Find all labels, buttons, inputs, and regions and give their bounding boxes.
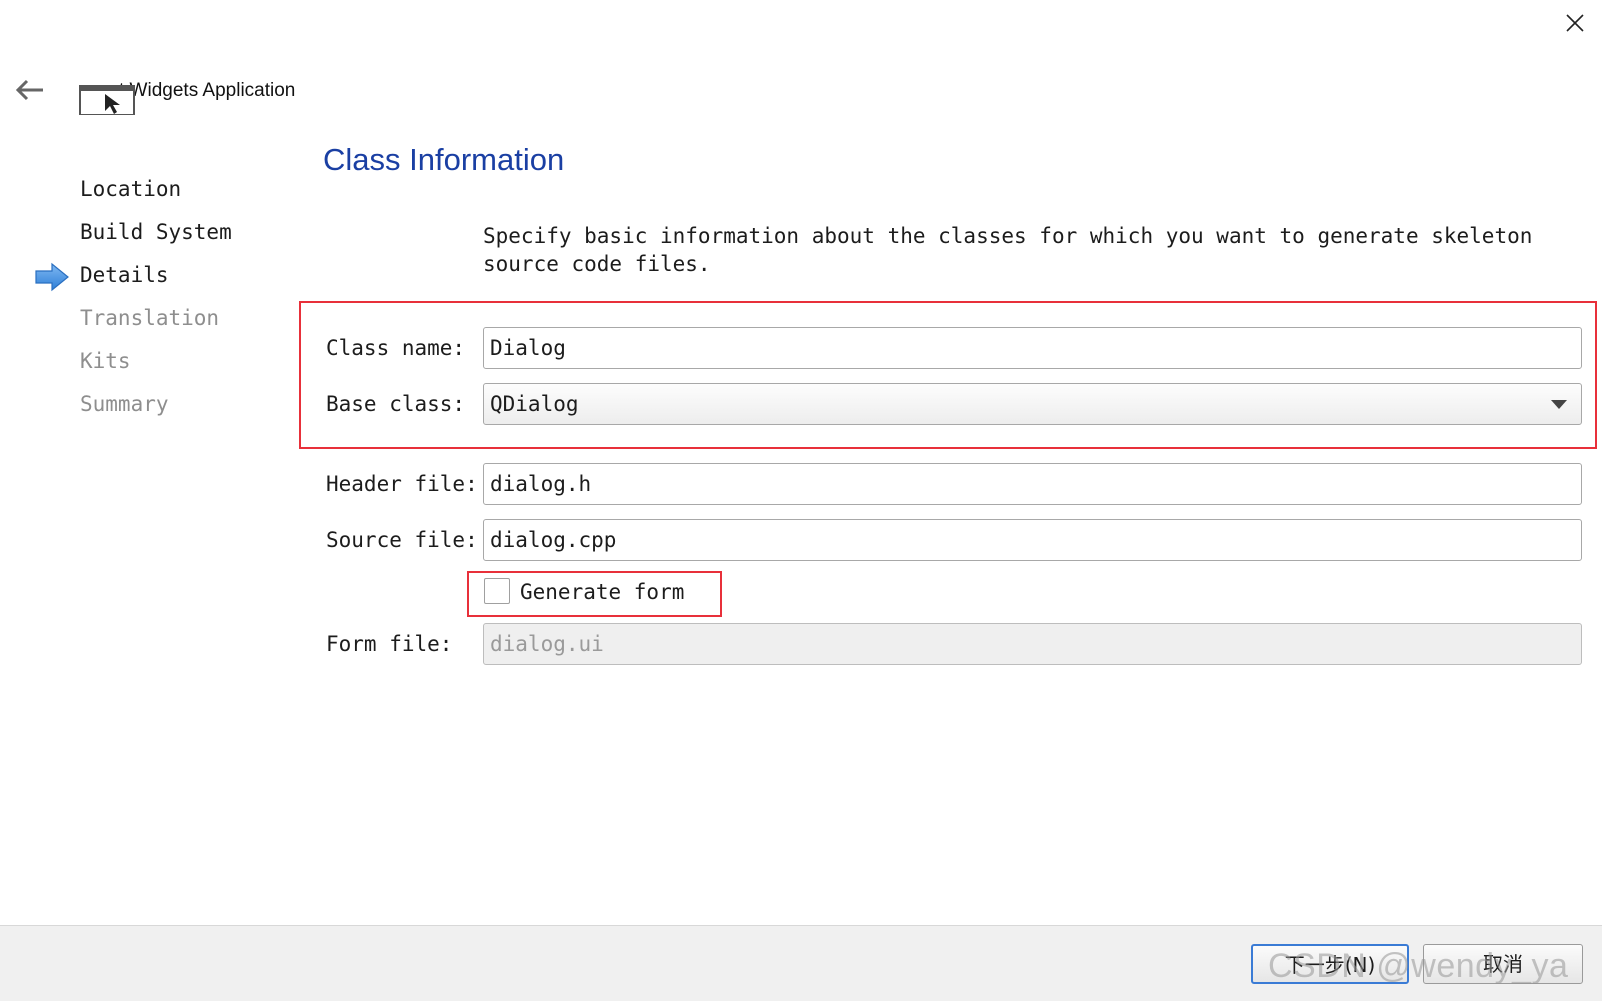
header-file-label: Header file:: [326, 472, 478, 496]
source-file-label: Source file:: [326, 528, 478, 552]
form-file-label: Form file:: [326, 632, 453, 656]
close-icon: [1566, 14, 1584, 32]
step-summary: Summary: [80, 392, 169, 416]
step-kits: Kits: [80, 349, 131, 373]
step-translation: Translation: [80, 306, 220, 330]
watermark-text: CSDN @wendy_ya: [1268, 947, 1569, 985]
new-project-wizard-dialog: t Widgets Application Location Build Sys…: [0, 0, 1602, 1001]
application-window-icon-overlay: [79, 83, 135, 116]
generate-form-checkbox[interactable]: [484, 578, 510, 604]
chevron-down-icon: [1551, 400, 1567, 409]
header-file-input[interactable]: dialog.h: [483, 463, 1582, 505]
close-button[interactable]: [1562, 10, 1588, 36]
source-file-input[interactable]: dialog.cpp: [483, 519, 1582, 561]
generate-form-label[interactable]: Generate form: [520, 578, 684, 606]
base-class-combobox[interactable]: QDialog: [483, 383, 1582, 425]
step-details: Details: [80, 263, 169, 287]
form-file-input: dialog.ui: [483, 623, 1582, 665]
step-build-system: Build System: [80, 220, 232, 244]
base-class-label: Base class:: [326, 392, 466, 416]
highlight-box-class-fields: [299, 301, 1597, 449]
step-location: Location: [80, 177, 182, 201]
wizard-title: t Widgets Application: [119, 80, 296, 101]
right-arrow-icon: [34, 262, 70, 292]
back-button[interactable]: [14, 76, 46, 104]
base-class-value: QDialog: [490, 392, 579, 416]
class-name-label: Class name:: [326, 336, 466, 360]
page-title: Class Information: [323, 142, 565, 177]
back-arrow-icon: [15, 79, 43, 101]
class-name-input[interactable]: Dialog: [483, 327, 1582, 369]
page-description: Specify basic information about the clas…: [483, 224, 1533, 276]
